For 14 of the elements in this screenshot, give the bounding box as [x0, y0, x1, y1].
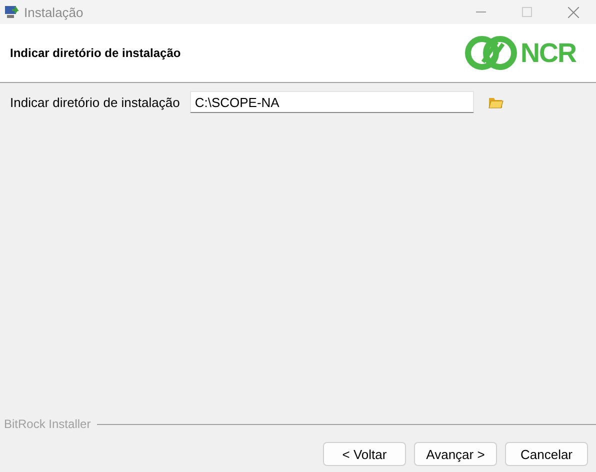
installer-brand: BitRock Installer [4, 417, 91, 431]
logo-text: NCR [520, 38, 576, 68]
wizard-button[interactable]: Cancelar [505, 442, 588, 466]
logo-icon [462, 34, 518, 72]
folder-icon[interactable] [488, 95, 504, 109]
wizard-button[interactable]: < Voltar [323, 442, 406, 466]
field-label: Indicar diretório de instalação [10, 94, 180, 110]
page-title: Indicar diretório de instalação [10, 46, 181, 60]
close-icon[interactable] [568, 6, 578, 18]
app-icon [4, 4, 20, 20]
maximize-icon[interactable] [522, 7, 532, 17]
wizard-button[interactable]: Avançar > [414, 442, 497, 466]
directory-input[interactable]: C:\SCOPE-NA [190, 91, 474, 113]
window-title: Instalação [24, 4, 84, 20]
